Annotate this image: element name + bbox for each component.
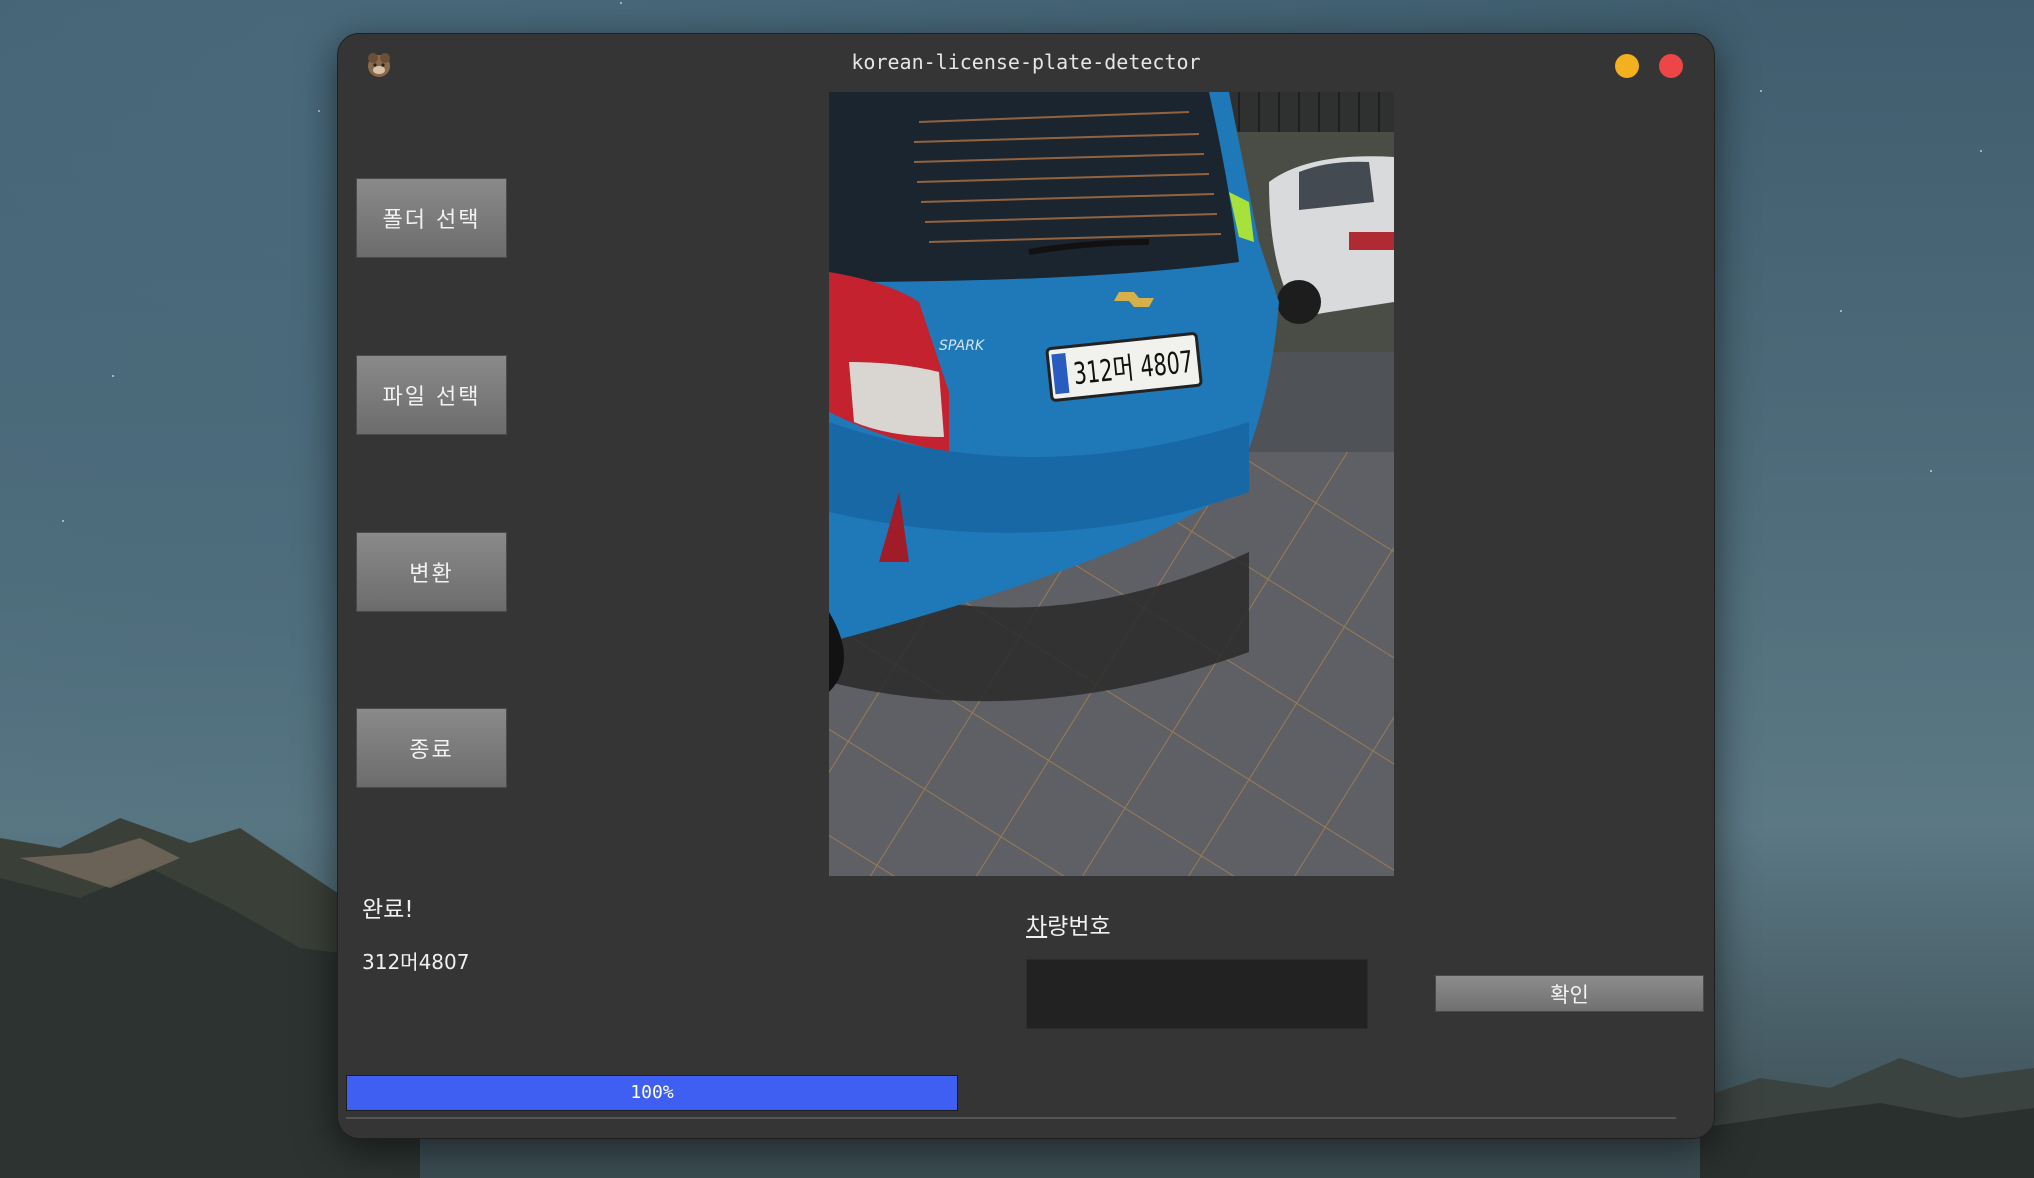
status-message: 완료!	[362, 897, 414, 923]
select-folder-button[interactable]: 폴더 선택	[356, 178, 507, 258]
app-window: korean-license-plate-detector 폴더 선택 파일 선…	[337, 33, 1715, 1139]
exit-button[interactable]: 종료	[356, 708, 507, 788]
confirm-button[interactable]: 확인	[1435, 975, 1704, 1012]
detected-plate-result: 312머4807	[362, 950, 470, 974]
car-badge-text: SPARK	[939, 338, 986, 354]
select-file-button[interactable]: 파일 선택	[356, 355, 507, 435]
divider	[346, 1117, 1676, 1119]
progress-text: 100%	[630, 1082, 674, 1103]
title-bar[interactable]: korean-license-plate-detector	[338, 34, 1714, 92]
window-title: korean-license-plate-detector	[851, 50, 1201, 74]
plate-number-input[interactable]	[1026, 959, 1368, 1029]
car-photo: SPARK 312머 4807	[829, 92, 1394, 876]
plate-label-mnemonic: 차	[1026, 914, 1048, 940]
plate-label-text: 량번호	[1047, 914, 1111, 940]
plate-number-label: 차량번호	[1026, 907, 1111, 941]
close-button[interactable]	[1659, 54, 1683, 78]
progress-bar: 100%	[346, 1075, 958, 1111]
minimize-button[interactable]	[1615, 54, 1639, 78]
convert-button[interactable]: 변환	[356, 532, 507, 612]
